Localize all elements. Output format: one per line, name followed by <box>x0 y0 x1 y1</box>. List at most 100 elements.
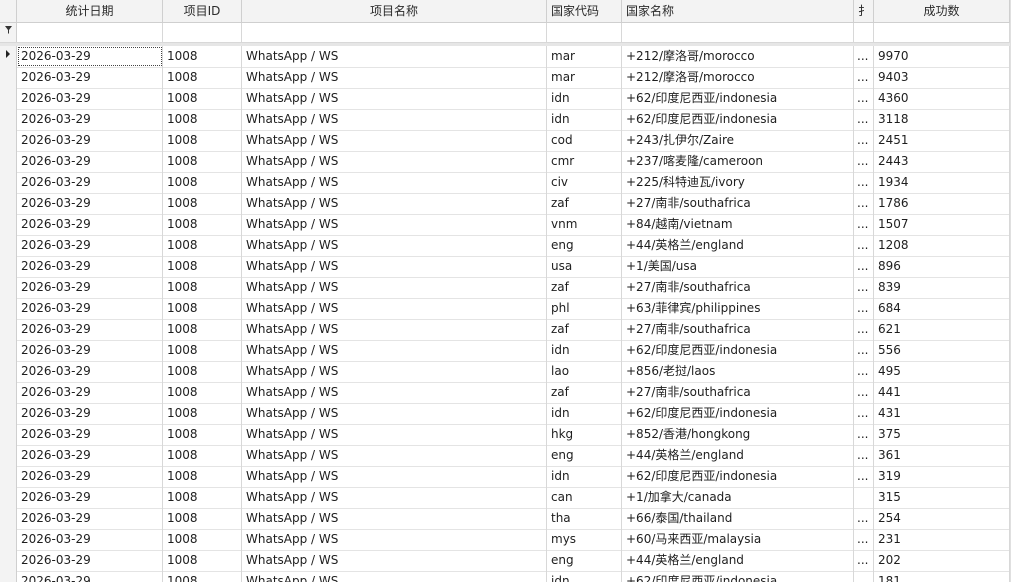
filter-cell-country-name[interactable] <box>622 23 854 42</box>
column-header-project-id[interactable]: 项目ID <box>163 0 242 22</box>
cell-project-id[interactable]: 1008 <box>163 46 242 67</box>
cell-country-name[interactable]: +225/科特迪瓦/ivory <box>622 172 854 193</box>
cell-project-id[interactable]: 1008 <box>163 319 242 340</box>
cell-success-count[interactable]: 361 <box>874 445 1010 466</box>
cell-date[interactable]: 2026-03-29 <box>17 130 163 151</box>
row-indicator[interactable] <box>0 109 17 130</box>
cell-project-name[interactable]: WhatsApp / WS <box>242 508 547 529</box>
cell-col6[interactable]: ... <box>854 424 874 445</box>
cell-col6[interactable]: ... <box>854 298 874 319</box>
column-header-date[interactable]: 统计日期 <box>17 0 163 22</box>
cell-project-id[interactable]: 1008 <box>163 550 242 571</box>
row-indicator[interactable] <box>0 508 17 529</box>
cell-project-id[interactable]: 1008 <box>163 214 242 235</box>
table-row[interactable]: 2026-03-29 1008 WhatsApp / WS zaf +27/南非/sou… <box>0 277 1010 299</box>
cell-success-count[interactable]: 4360 <box>874 88 1010 109</box>
cell-country-code[interactable]: usa <box>547 256 622 277</box>
row-indicator[interactable] <box>0 130 17 151</box>
cell-country-name[interactable]: +44/英格兰/england <box>622 445 854 466</box>
cell-country-name[interactable]: +237/喀麦隆/cameroon <box>622 151 854 172</box>
table-row[interactable]: 2026-03-29 1008 WhatsApp / WS zaf +27/南非/sou… <box>0 193 1010 215</box>
cell-date[interactable]: 2026-03-29 <box>17 46 163 67</box>
cell-date[interactable]: 2026-03-29 <box>17 193 163 214</box>
cell-country-name[interactable]: +62/印度尼西亚/indonesia <box>622 403 854 424</box>
cell-project-name[interactable]: WhatsApp / WS <box>242 571 547 582</box>
cell-date[interactable]: 2026-03-29 <box>17 550 163 571</box>
table-row[interactable]: 2026-03-29 1008 WhatsApp / WS vnm +84/越南/vie… <box>0 214 1010 236</box>
column-header-success-count[interactable]: 成功数 <box>874 0 1010 22</box>
cell-col6[interactable]: ... <box>854 403 874 424</box>
table-row[interactable]: 2026-03-29 1008 WhatsApp / WS idn +62/印度尼西亚/… <box>0 571 1010 582</box>
cell-project-id[interactable]: 1008 <box>163 298 242 319</box>
cell-success-count[interactable]: 621 <box>874 319 1010 340</box>
cell-success-count[interactable]: 441 <box>874 382 1010 403</box>
filter-cell-project-name[interactable] <box>242 23 547 42</box>
cell-country-code[interactable]: mys <box>547 529 622 550</box>
filter-cell-col6[interactable] <box>854 23 874 42</box>
cell-date[interactable]: 2026-03-29 <box>17 403 163 424</box>
cell-col6[interactable]: ... <box>854 151 874 172</box>
row-indicator[interactable] <box>0 403 17 424</box>
cell-col6[interactable]: ... <box>854 256 874 277</box>
cell-col6[interactable]: ... <box>854 319 874 340</box>
cell-country-code[interactable]: cod <box>547 130 622 151</box>
cell-col6[interactable]: ... <box>854 109 874 130</box>
cell-country-name[interactable]: +60/马来西亚/malaysia <box>622 529 854 550</box>
cell-col6[interactable] <box>854 487 874 508</box>
table-row[interactable]: 2026-03-29 1008 WhatsApp / WS hkg +852/香港/ho… <box>0 424 1010 446</box>
cell-project-id[interactable]: 1008 <box>163 109 242 130</box>
cell-project-id[interactable]: 1008 <box>163 508 242 529</box>
cell-date[interactable]: 2026-03-29 <box>17 319 163 340</box>
row-indicator[interactable] <box>0 487 17 508</box>
cell-success-count[interactable]: 896 <box>874 256 1010 277</box>
cell-country-code[interactable]: can <box>547 487 622 508</box>
cell-country-name[interactable]: +62/印度尼西亚/indonesia <box>622 571 854 582</box>
cell-project-id[interactable]: 1008 <box>163 172 242 193</box>
cell-col6[interactable]: ... <box>854 67 874 88</box>
row-indicator[interactable] <box>0 340 17 361</box>
table-row[interactable]: 2026-03-29 1008 WhatsApp / WS eng +44/英格兰/en… <box>0 445 1010 467</box>
cell-project-name[interactable]: WhatsApp / WS <box>242 445 547 466</box>
cell-country-code[interactable]: mar <box>547 67 622 88</box>
cell-project-name[interactable]: WhatsApp / WS <box>242 487 547 508</box>
cell-project-name[interactable]: WhatsApp / WS <box>242 550 547 571</box>
filter-cell-date[interactable] <box>17 23 163 42</box>
row-indicator[interactable] <box>0 214 17 235</box>
cell-project-name[interactable]: WhatsApp / WS <box>242 382 547 403</box>
table-row[interactable]: 2026-03-29 1008 WhatsApp / WS cmr +237/喀麦隆/c… <box>0 151 1010 173</box>
cell-project-name[interactable]: WhatsApp / WS <box>242 193 547 214</box>
row-indicator[interactable] <box>0 172 17 193</box>
table-row[interactable]: 2026-03-29 1008 WhatsApp / WS idn +62/印度尼西亚/… <box>0 109 1010 131</box>
table-row[interactable]: 2026-03-29 1008 WhatsApp / WS idn +62/印度尼西亚/… <box>0 340 1010 362</box>
cell-col6[interactable]: ... <box>854 172 874 193</box>
cell-date[interactable]: 2026-03-29 <box>17 214 163 235</box>
cell-project-id[interactable]: 1008 <box>163 67 242 88</box>
cell-country-code[interactable]: zaf <box>547 319 622 340</box>
row-indicator[interactable] <box>0 529 17 550</box>
row-indicator[interactable] <box>0 550 17 571</box>
cell-project-id[interactable]: 1008 <box>163 487 242 508</box>
cell-project-id[interactable]: 1008 <box>163 151 242 172</box>
table-row[interactable]: 2026-03-29 1008 WhatsApp / WS cod +243/扎伊尔/Z… <box>0 130 1010 152</box>
row-indicator[interactable] <box>0 277 17 298</box>
cell-col6[interactable]: ... <box>854 235 874 256</box>
cell-country-name[interactable]: +852/香港/hongkong <box>622 424 854 445</box>
cell-project-name[interactable]: WhatsApp / WS <box>242 46 547 67</box>
cell-country-code[interactable]: hkg <box>547 424 622 445</box>
cell-date[interactable]: 2026-03-29 <box>17 277 163 298</box>
cell-country-name[interactable]: +212/摩洛哥/morocco <box>622 67 854 88</box>
cell-col6[interactable]: ... <box>854 214 874 235</box>
cell-success-count[interactable]: 495 <box>874 361 1010 382</box>
table-row[interactable]: 2026-03-29 1008 WhatsApp / WS mys +60/马来西亚/m… <box>0 529 1010 551</box>
cell-country-name[interactable]: +856/老挝/laos <box>622 361 854 382</box>
table-row[interactable]: 2026-03-29 1008 WhatsApp / WS idn +62/印度尼西亚/… <box>0 403 1010 425</box>
cell-project-id[interactable]: 1008 <box>163 256 242 277</box>
cell-success-count[interactable]: 9403 <box>874 67 1010 88</box>
cell-project-name[interactable]: WhatsApp / WS <box>242 340 547 361</box>
cell-country-name[interactable]: +44/英格兰/england <box>622 235 854 256</box>
cell-success-count[interactable]: 315 <box>874 487 1010 508</box>
cell-col6[interactable]: ... <box>854 340 874 361</box>
column-header-country-name[interactable]: 国家名称 <box>622 0 854 22</box>
cell-project-name[interactable]: WhatsApp / WS <box>242 361 547 382</box>
cell-country-name[interactable]: +212/摩洛哥/morocco <box>622 46 854 67</box>
